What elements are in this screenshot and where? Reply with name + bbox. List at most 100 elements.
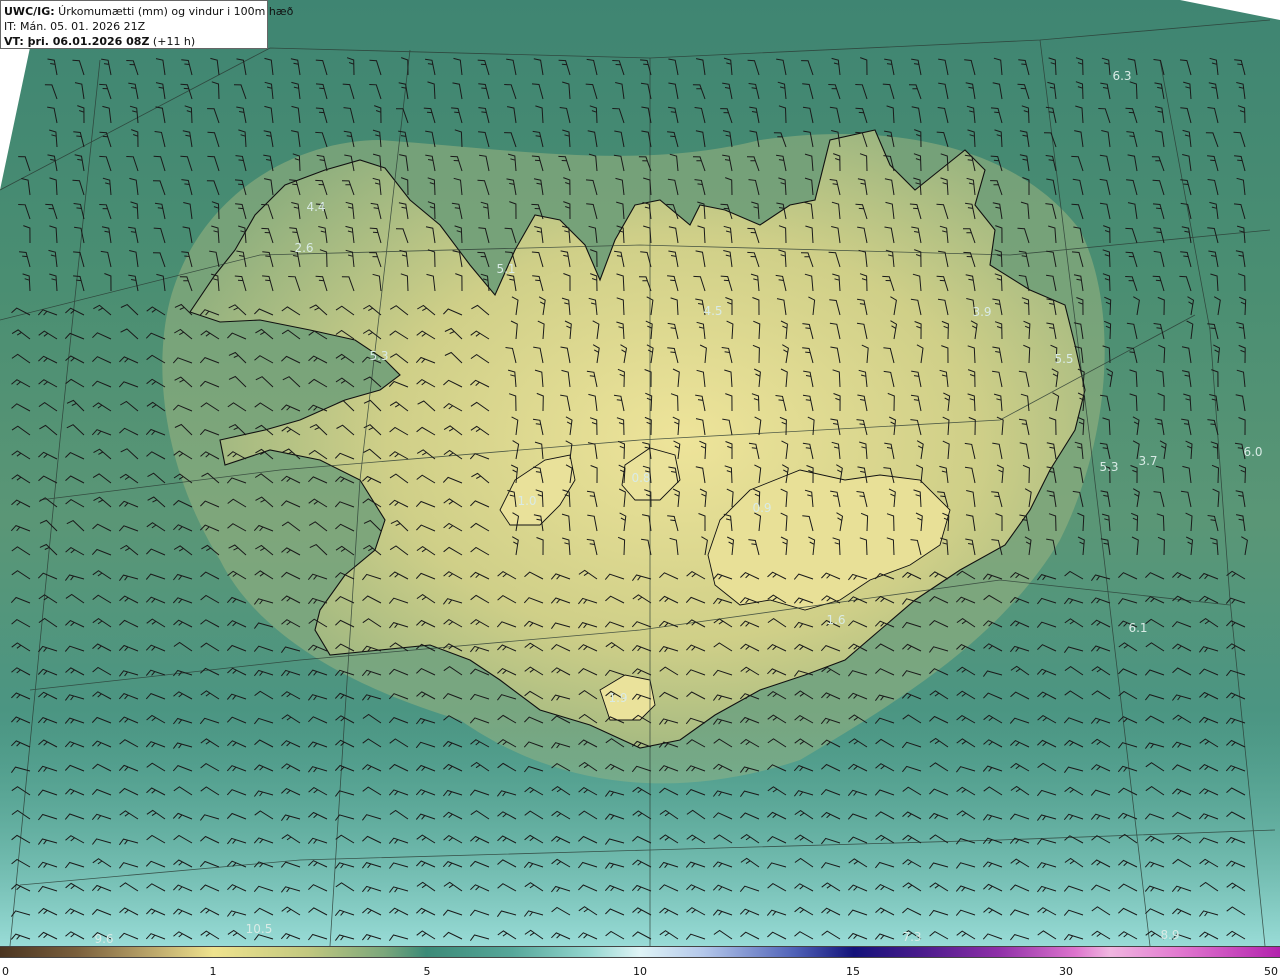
wind-barb-icon [155, 58, 166, 76]
wind-barb-icon [200, 619, 220, 628]
wind-barb-icon [983, 643, 1003, 652]
wind-barb-icon [1179, 275, 1192, 292]
wind-barb-icon [1125, 227, 1138, 244]
wind-barb-icon [452, 82, 463, 100]
wind-barb-icon [45, 203, 58, 220]
wind-barb-icon [128, 82, 139, 100]
value-label: 3.9 [972, 305, 992, 319]
wind-barb-icon [559, 107, 571, 124]
wind-barb-icon [454, 129, 463, 148]
wind-barb-icon [118, 525, 139, 532]
wind-barb-icon [1152, 275, 1165, 292]
wind-barb-icon [226, 596, 247, 604]
wind-barb-icon [92, 594, 112, 604]
wind-barb-icon [146, 451, 166, 460]
wind-barb-icon [118, 500, 139, 508]
value-label: 6.1 [1128, 621, 1148, 635]
wind-barb-icon [1098, 108, 1111, 124]
wind-barb-icon [233, 84, 247, 100]
wind-barb-icon [1125, 276, 1138, 292]
wind-barb-icon [130, 201, 139, 220]
wind-barb-icon [535, 105, 544, 124]
value-label: 7.3 [902, 930, 922, 944]
wind-barb-icon [290, 130, 301, 148]
wind-barb-icon [401, 57, 409, 76]
wind-barb-icon [1064, 570, 1084, 580]
wind-barb-icon [1090, 597, 1111, 604]
field-description: Úrkomumætti (mm) og vindur i 100m hæð [54, 5, 294, 18]
wind-barb-icon [145, 573, 166, 580]
wind-barb-icon [92, 473, 112, 484]
wind-barb-icon [200, 594, 220, 604]
wind-barb-icon [531, 83, 544, 100]
wind-barb-icon [93, 448, 112, 460]
wind-barb-icon [38, 379, 58, 388]
wind-barb-icon [562, 129, 571, 148]
wind-barb-icon [1104, 320, 1112, 340]
wind-barb-icon [1156, 513, 1165, 532]
wind-barb-icon [146, 306, 166, 316]
wind-barb-icon [119, 356, 139, 364]
wind-barb-icon [37, 668, 58, 676]
wind-barb-icon [562, 81, 571, 100]
wind-barb-icon [181, 59, 193, 76]
southern-sea-band [0, 720, 1280, 946]
wind-barb-icon [200, 642, 220, 652]
wind-barb-icon [146, 354, 166, 364]
wind-barb-icon [612, 60, 625, 76]
wind-barb-icon [1183, 81, 1192, 100]
wind-barb-icon [315, 83, 328, 100]
wind-barb-icon [423, 107, 436, 124]
precipitation-map[interactable]: UWC/IG: Úrkomumætti (mm) og vindur i 100… [0, 0, 1280, 946]
wind-barb-icon [1213, 344, 1221, 364]
wind-barb-icon [1234, 155, 1246, 172]
wind-barb-icon [99, 83, 112, 100]
wind-barb-icon [801, 60, 814, 76]
wind-barb-icon [1172, 667, 1192, 676]
wind-barb-icon [93, 496, 112, 508]
wind-barb-icon [182, 226, 193, 244]
wind-barb-icon [1181, 418, 1192, 436]
wind-barb-icon [1236, 177, 1246, 196]
wind-barb-icon [1126, 131, 1138, 148]
wind-barb-icon [73, 131, 85, 148]
wind-barb-icon [182, 130, 193, 148]
wind-barb-icon [1130, 465, 1138, 484]
wind-barb-icon [11, 546, 31, 556]
wind-barb-icon [1153, 250, 1165, 268]
wind-barb-icon [886, 105, 895, 124]
wind-barb-icon [398, 82, 409, 100]
wind-barb-icon [38, 451, 58, 460]
wind-barb-icon [1063, 646, 1084, 653]
wind-barb-icon [1099, 178, 1111, 196]
wind-barb-icon [291, 81, 301, 100]
wind-barb-icon [120, 304, 139, 316]
wind-barb-icon [23, 225, 31, 244]
wind-barb-icon [1129, 369, 1138, 388]
wind-barb-icon [908, 84, 922, 100]
wind-barb-icon [120, 544, 139, 556]
wind-barb-icon [154, 202, 166, 220]
wind-barb-icon [1133, 296, 1140, 316]
wind-barb-icon [92, 356, 112, 364]
wind-barb-icon [1102, 417, 1111, 436]
wind-barb-icon [1145, 694, 1165, 701]
wind-barb-icon [362, 694, 382, 701]
wind-barb-icon [1074, 130, 1084, 148]
wind-barb-icon [343, 107, 355, 124]
wind-barb-icon [72, 59, 85, 76]
wind-barb-icon [1145, 618, 1165, 628]
colorbar-tick: 0 [2, 965, 9, 978]
wind-barb-icon [1226, 643, 1246, 652]
wind-barb-icon [48, 249, 58, 268]
wind-barb-icon [1199, 646, 1219, 653]
wind-barb-icon [65, 498, 85, 508]
wind-barb-icon [156, 273, 166, 292]
wind-barb-icon [21, 178, 31, 196]
wind-barb-icon [1118, 668, 1138, 676]
wind-barb-icon [1036, 621, 1057, 628]
wind-barb-icon [1101, 57, 1111, 76]
colorbar-tick: 50 [1264, 965, 1278, 978]
wind-barb-icon [92, 691, 112, 700]
value-label: 5.3 [1099, 460, 1119, 474]
